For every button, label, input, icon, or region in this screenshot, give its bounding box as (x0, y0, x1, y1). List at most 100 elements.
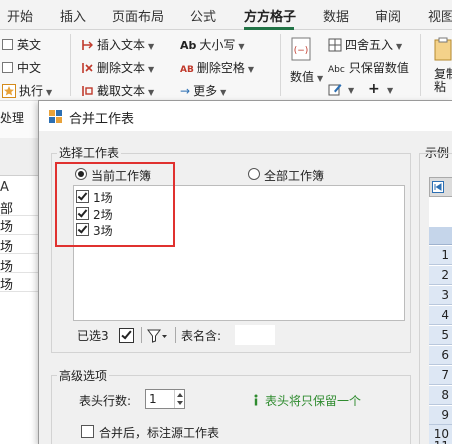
tab-page-layout[interactable]: 页面布局 (112, 6, 164, 25)
chevron-down-icon: ▼ (247, 65, 254, 74)
tab-data[interactable]: 数据 (323, 6, 349, 25)
chevron-down-icon: ▼ (396, 42, 403, 51)
header-rows-stepper[interactable]: 1 (145, 389, 185, 409)
mark-source-label[interactable]: 合并后，标注源工作表 (99, 424, 219, 441)
filter-icon[interactable] (147, 329, 167, 343)
numeric-button[interactable]: 数值 ▼ (290, 68, 323, 85)
chinese-checkbox[interactable]: 中文 (2, 59, 41, 76)
process-label: 处理 (0, 111, 25, 125)
formula-bar: 处理 (0, 100, 40, 138)
keep-values-button[interactable]: Abc 只保留数值 (328, 59, 409, 76)
stepper-buttons[interactable] (174, 390, 184, 408)
numeric-icon: (−) (291, 37, 311, 61)
select-all-checkbox[interactable] (119, 328, 134, 343)
group-divider (420, 34, 421, 96)
spin-down-icon[interactable] (177, 401, 183, 405)
chevron-down-icon: ▼ (238, 42, 245, 51)
preview-row: 4 (429, 306, 452, 325)
chevron-down-icon: ▼ (348, 86, 355, 95)
copy-paste-icon-wrap[interactable] (432, 36, 452, 64)
chevron-down-icon: ▼ (148, 65, 155, 74)
radio-all-workbooks[interactable] (248, 168, 260, 180)
delete-spaces-button[interactable]: AB 删除空格 ▼ (180, 59, 254, 76)
check-icon (121, 328, 132, 340)
insert-text-icon (82, 40, 93, 50)
edit-icon (328, 84, 342, 96)
preview-row: 6 (429, 346, 452, 365)
name-contains-label: 表名含: (181, 329, 222, 343)
chevron-down-icon: ▼ (46, 88, 53, 97)
case-button[interactable]: Ab 大小写 ▼ (180, 36, 245, 53)
advanced-options-label: 高级选项 (57, 367, 110, 384)
ab-spaces-icon: AB (180, 65, 194, 75)
more-button[interactable]: → 更多 ▼ (180, 82, 226, 99)
name-contains-input[interactable] (235, 325, 275, 345)
row-divider (0, 234, 40, 235)
row-number: 9 (441, 408, 449, 422)
dialog-titlebar: 合并工作表 (39, 101, 452, 131)
tab-formulas[interactable]: 公式 (190, 6, 216, 25)
spin-up-icon[interactable] (177, 393, 183, 397)
header-rows-value: 1 (149, 392, 157, 406)
chevron-down-icon: ▼ (148, 88, 155, 97)
mark-source-checkbox[interactable] (81, 425, 94, 438)
numeric-icon-wrap[interactable]: (−) (289, 36, 317, 66)
abc-icon: Abc (328, 65, 345, 75)
merge-sheets-dialog: 合并工作表 选择工作表 当前工作簿 全部工作簿 1场 2场 3场 已选3 表名含… (38, 100, 452, 444)
row-divider (0, 253, 40, 254)
clipboard-icon (434, 37, 452, 61)
plus-icon[interactable]: + (368, 81, 380, 97)
info-icon (254, 394, 258, 406)
app-icon (49, 110, 62, 123)
delete-text-button[interactable]: 删除文本 ▼ (80, 59, 154, 76)
row-number: 11 (434, 439, 449, 444)
chevron-down-icon: ▼ (317, 74, 324, 83)
checkbox-box (2, 62, 13, 73)
divider (141, 327, 142, 343)
extract-text-icon (82, 86, 93, 96)
extract-text-button[interactable]: 截取文本 ▼ (80, 82, 154, 99)
chevron-down-icon: ▼ (220, 88, 227, 97)
tab-fangfang[interactable]: 方方格子 (244, 6, 296, 25)
grid-icon (328, 38, 342, 52)
execute-button[interactable]: 执行 ▼ (2, 82, 52, 99)
delete-text-icon (82, 63, 93, 73)
preview-row: 7 (429, 366, 452, 385)
insert-text-button[interactable]: 插入文本 ▼ (80, 36, 154, 53)
header-note: 表头将只保留一个 (265, 394, 362, 408)
row-number: 6 (441, 348, 449, 362)
round-button[interactable]: 四舍五入 ▼ (328, 36, 402, 53)
highlight-annotation (55, 162, 175, 247)
row-number: 2 (441, 268, 449, 282)
preview-row: 2 (429, 266, 452, 285)
row-divider (0, 215, 40, 216)
row-number: 3 (441, 288, 449, 302)
chevron-down-icon: ▼ (387, 86, 394, 95)
preview-row: 8 (429, 386, 452, 405)
preview-row: 1 (429, 246, 452, 265)
preview-row: 9 (429, 406, 452, 425)
tab-home[interactable]: 开始 (7, 6, 33, 25)
checkbox-box (2, 39, 13, 50)
tab-review[interactable]: 审阅 (375, 6, 401, 25)
row-number: 7 (441, 368, 449, 382)
row-divider (0, 272, 40, 273)
column-letter[interactable]: A (0, 180, 9, 195)
preview-row: 5 (429, 326, 452, 345)
preview-header-row (429, 227, 452, 245)
cell[interactable]: 场 (0, 216, 13, 235)
tab-view[interactable]: 视图 (428, 6, 452, 25)
star-icon (2, 84, 16, 98)
group-divider (280, 34, 281, 96)
edit-button[interactable]: ▼ (328, 82, 354, 96)
row-number: 4 (441, 308, 449, 322)
first-page-icon[interactable] (432, 181, 444, 193)
english-checkbox[interactable]: 英文 (2, 36, 41, 53)
svg-text:(−): (−) (294, 46, 309, 56)
plus-dropdown[interactable]: ▼ (384, 82, 393, 96)
chevron-down-icon: ▼ (148, 42, 155, 51)
radio-all-label[interactable]: 全部工作簿 (264, 167, 324, 184)
header-rows-label: 表头行数: (79, 394, 132, 408)
tab-insert[interactable]: 插入 (60, 6, 86, 25)
dialog-title: 合并工作表 (69, 112, 135, 127)
